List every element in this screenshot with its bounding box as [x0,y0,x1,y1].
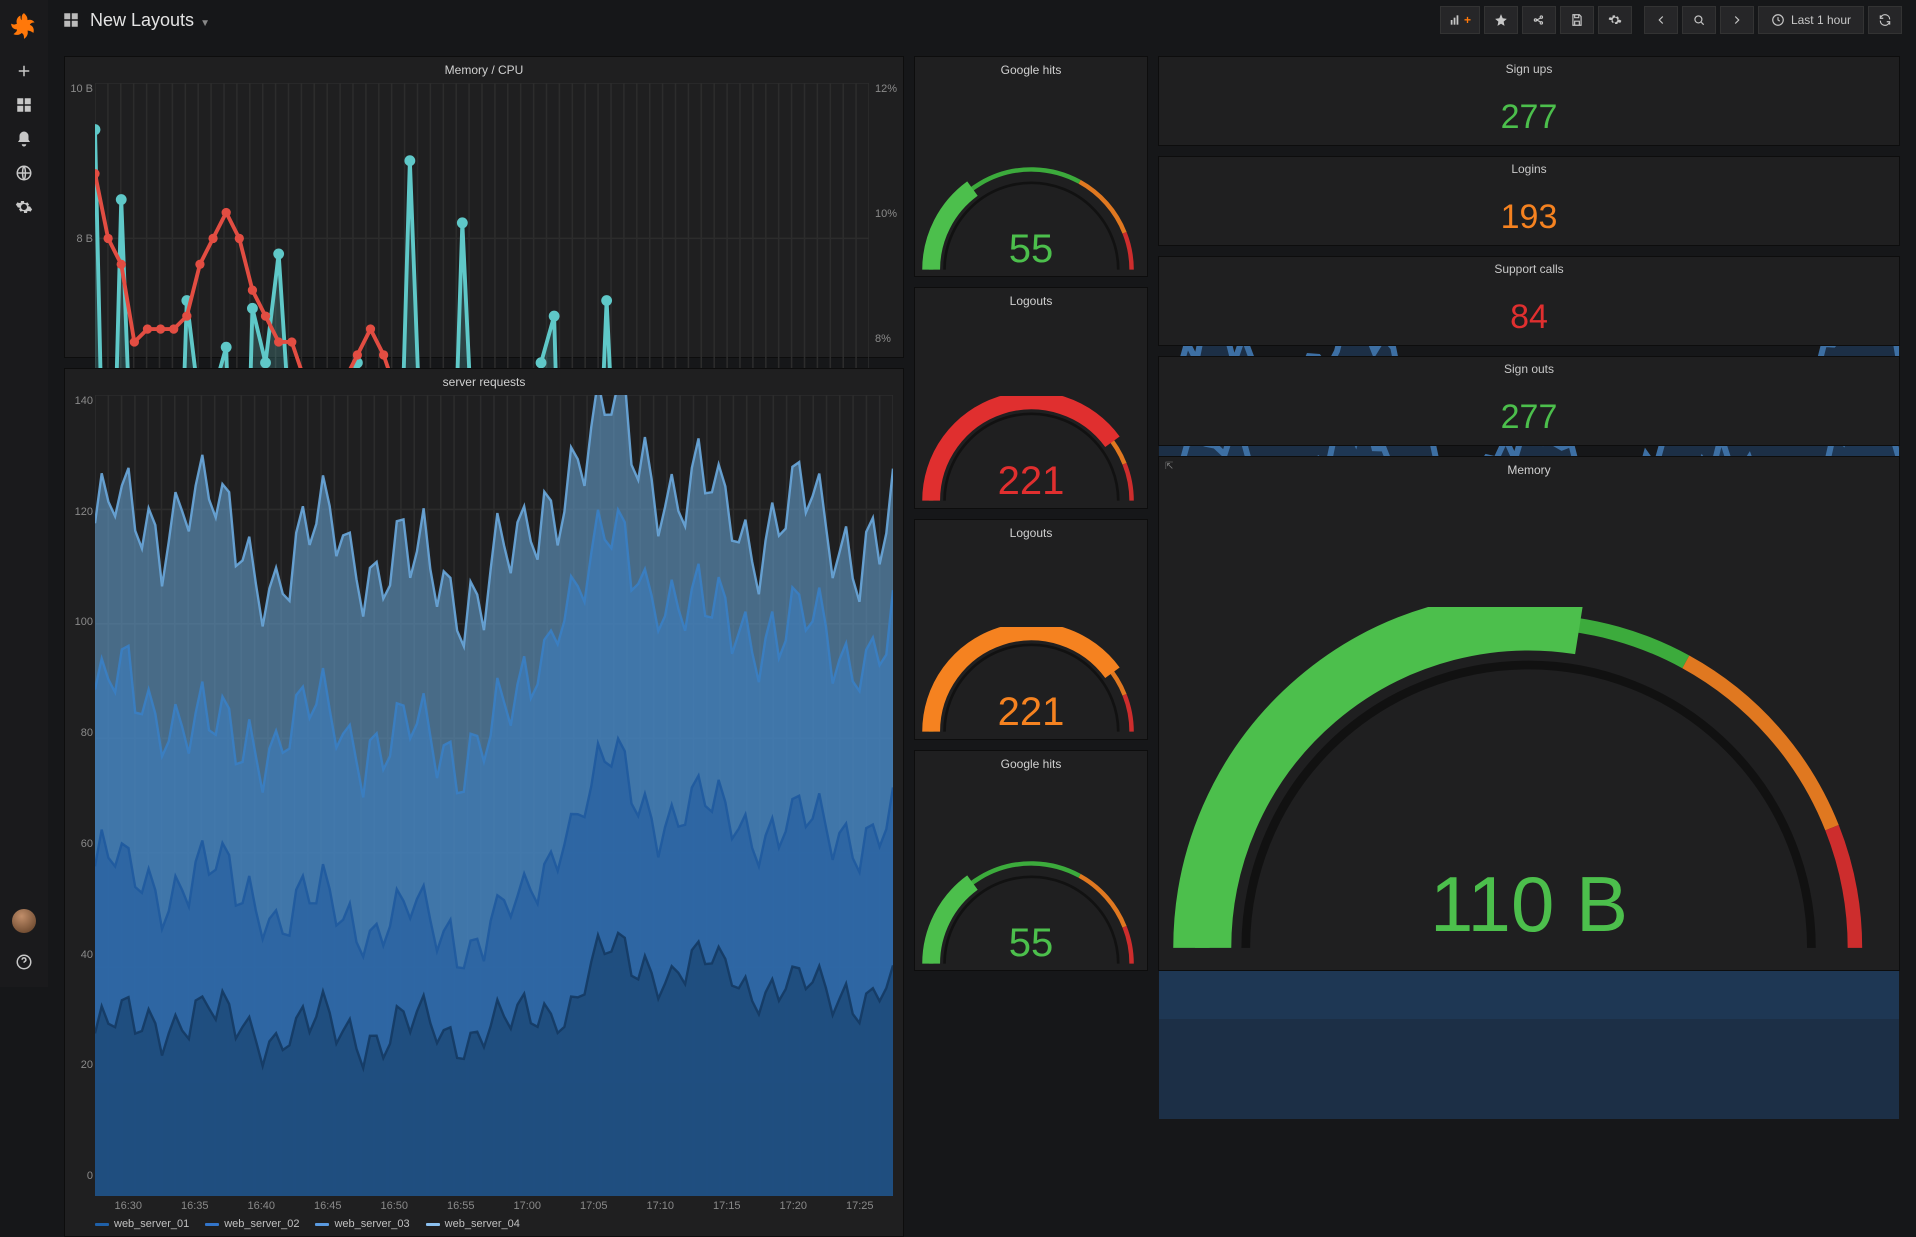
panel-spark-1[interactable]: Logins 193 [1158,156,1900,246]
top-bar: New Layouts ▼ + Last 1 hour [48,0,1916,40]
save-button[interactable] [1560,6,1594,34]
dashboard-grid-icon [62,11,80,29]
panel-gauge-3[interactable]: Google hits 55 [914,750,1148,971]
panel-title: Memory [1159,457,1899,479]
side-nav [0,0,48,987]
dashboards-icon[interactable] [0,88,48,122]
dashboard-canvas: Memory / CPU 10 B8 B6 B4 B2 B0 B 12%10%8… [48,40,1916,987]
panel-gauge-2[interactable]: Logouts 221 [914,519,1148,740]
panel-spark-2[interactable]: Support calls 84 [1158,256,1900,346]
dashboard-title-dropdown[interactable]: New Layouts ▼ [90,10,210,31]
time-back-button[interactable] [1644,6,1678,34]
panel-spark-0[interactable]: Sign ups 277 [1158,56,1900,146]
configuration-icon[interactable] [0,190,48,224]
user-avatar[interactable] [12,909,36,933]
chart-svg [95,395,893,1196]
zoom-out-button[interactable] [1682,6,1716,34]
dashboard-title: New Layouts [90,10,194,30]
settings-button[interactable] [1598,6,1632,34]
refresh-button[interactable] [1868,6,1902,34]
external-link-icon[interactable]: ⇱ [1165,461,1173,472]
grafana-logo-icon[interactable] [10,12,38,40]
panel-server-requests[interactable]: server requests 140120100806040200 16:30… [64,368,904,1237]
x-axis: 16:3016:3516:4016:4516:5016:5517:0017:05… [95,1200,893,1214]
explore-icon[interactable] [0,156,48,190]
gauge-column: Google hits 55 Logouts 221 Logouts 221 G… [914,56,1148,971]
gauge-memory: 110 B [1159,479,1899,970]
panel-memory-cpu[interactable]: Memory / CPU 10 B8 B6 B4 B2 B0 B 12%10%8… [64,56,904,358]
panel-spark-3[interactable]: Sign outs 277 [1158,356,1900,446]
time-forward-button[interactable] [1720,6,1754,34]
help-icon[interactable] [0,945,48,979]
chart-legend: web_server_01web_server_02web_server_03w… [65,1216,903,1236]
chart-server-requests: 140120100806040200 [95,395,893,1196]
panel-gauge-0[interactable]: Google hits 55 [914,56,1148,277]
add-panel-button[interactable]: + [1440,6,1480,34]
alerting-icon[interactable] [0,122,48,156]
panel-memory-gauge[interactable]: ⇱ Memory 110 B [1158,456,1900,971]
time-range-picker[interactable]: Last 1 hour [1758,6,1864,34]
create-icon[interactable] [0,54,48,88]
panel-title: server requests [65,369,903,391]
panel-title: Memory / CPU [65,57,903,79]
panel-gauge-1[interactable]: Logouts 221 [914,287,1148,508]
spark-column: Sign ups 277 Logins 193 Support calls 84 Si… [1158,56,1900,446]
time-range-label: Last 1 hour [1791,13,1851,27]
share-button[interactable] [1522,6,1556,34]
plus-icon: + [1464,13,1471,27]
y-axis-left: 140120100806040200 [69,395,93,1182]
chevron-down-icon: ▼ [200,18,210,29]
star-button[interactable] [1484,6,1518,34]
